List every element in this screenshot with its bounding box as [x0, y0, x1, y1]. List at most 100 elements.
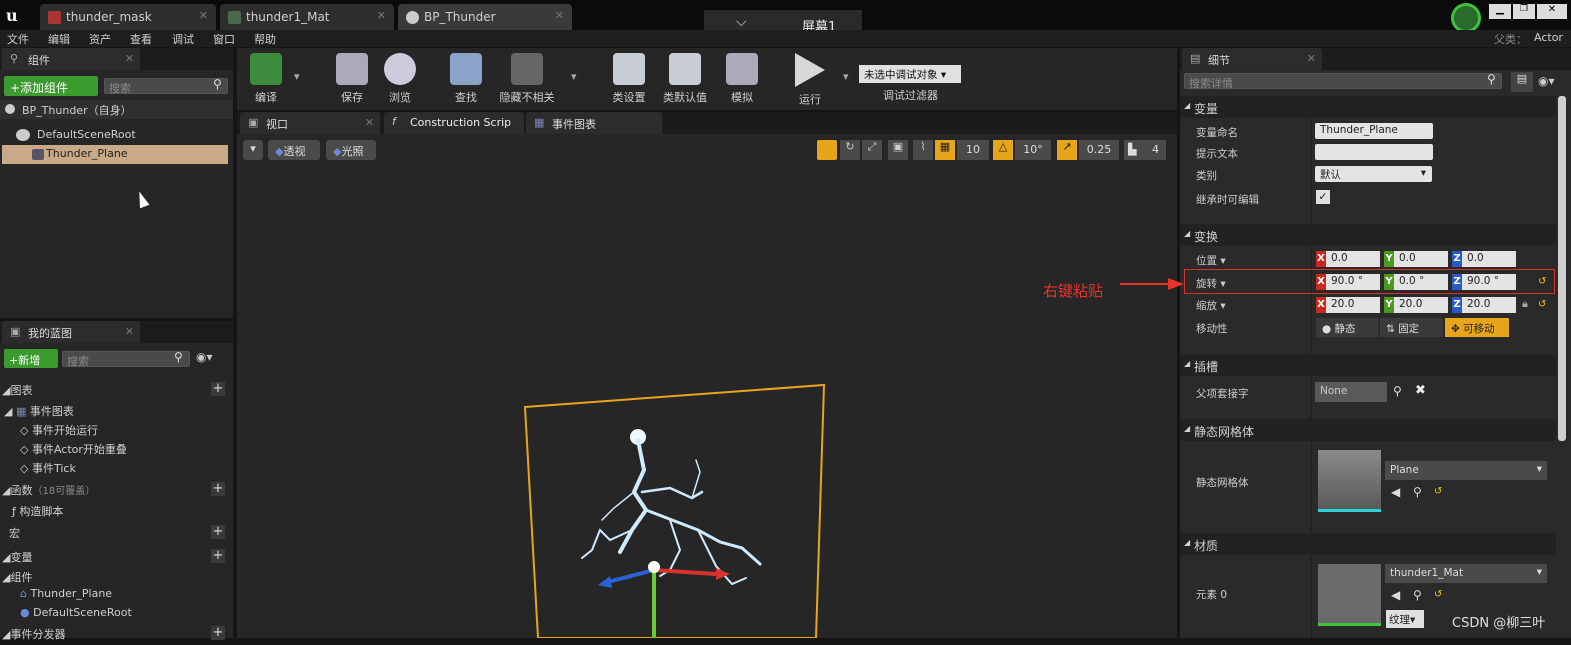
tooltip-input[interactable] — [1315, 144, 1433, 160]
rotate-tool-icon[interactable]: ↻ — [840, 140, 860, 160]
location-y-input[interactable]: 0.0 — [1394, 251, 1448, 267]
hide-unrelated-options-icon[interactable]: ▾ — [571, 70, 577, 83]
perspective-button[interactable]: ◆透视 — [268, 140, 320, 160]
viewport-options-button[interactable]: ▾ — [243, 140, 263, 160]
mobility-stationary-button[interactable]: ⇅ 固定 — [1380, 318, 1443, 337]
section-static-mesh[interactable]: ◢ 静态网格体 — [1180, 419, 1556, 441]
blueprint-search-input[interactable]: 搜索 — [62, 351, 190, 368]
menu-file[interactable]: 文件 — [7, 31, 29, 47]
var-name-input[interactable]: Thunder_Plane — [1315, 123, 1433, 139]
components-tab[interactable]: ⚲ 组件 ✕ — [2, 48, 140, 70]
compile-options-icon[interactable]: ▾ — [294, 70, 300, 83]
scale-y-input[interactable]: 20.0 — [1394, 297, 1448, 313]
location-label[interactable]: 位置 ▾ — [1196, 253, 1226, 268]
close-window-button[interactable]: ✕ — [1537, 4, 1567, 19]
close-icon[interactable]: ✕ — [1307, 52, 1316, 65]
add-graph-button[interactable]: + — [211, 382, 225, 396]
scale-x-input[interactable]: 20.0 — [1326, 297, 1380, 313]
location-x-input[interactable]: 0.0 — [1326, 251, 1380, 267]
scale-snap-icon[interactable]: ↗ — [1057, 140, 1077, 160]
add-component-button[interactable]: +添加组件 — [4, 76, 98, 96]
tab-bp-thunder[interactable]: BP_Thunder ✕ — [398, 4, 572, 30]
find-button[interactable]: 查找 — [436, 50, 496, 108]
browse-button[interactable]: 浏览 — [370, 50, 430, 108]
category-macros[interactable]: 宏 — [9, 525, 209, 544]
menu-window[interactable]: 窗口 — [213, 31, 235, 47]
section-variable[interactable]: ◢ 变量 — [1180, 96, 1556, 118]
category-functions[interactable]: ◢函数（18可覆盖） — [2, 482, 202, 501]
component-thunder-plane[interactable]: Thunder_Plane — [2, 145, 228, 164]
grid-snap-value[interactable]: 10 — [957, 140, 989, 160]
reset-arrow-icon[interactable]: ↺ — [1434, 486, 1442, 497]
static-mesh-thumbnail[interactable] — [1318, 450, 1381, 512]
use-selected-arrow-icon[interactable]: ◀ — [1391, 588, 1400, 602]
parent-socket-field[interactable]: None — [1315, 382, 1387, 402]
eye-icon[interactable]: ◉▾ — [196, 350, 213, 364]
play-options-icon[interactable]: ▾ — [843, 70, 849, 83]
category-graphs[interactable]: ◢图表 — [2, 382, 228, 401]
clear-icon[interactable]: ✖ — [1415, 383, 1426, 398]
menu-edit[interactable]: 编辑 — [48, 31, 70, 47]
menu-help[interactable]: 帮助 — [254, 31, 276, 47]
browse-icon[interactable]: ⚲ — [1413, 485, 1422, 499]
class-defaults-button[interactable]: 类默认值 — [655, 50, 715, 108]
scrollbar[interactable] — [1558, 96, 1566, 441]
add-function-button[interactable]: + — [211, 482, 225, 496]
category-dispatchers[interactable]: ◢事件分发器 — [2, 626, 202, 645]
tab-construction-script[interactable]: f Construction Scrip — [384, 112, 524, 134]
reset-arrow-icon[interactable]: ↺ — [1538, 299, 1546, 310]
source-control-icon[interactable] — [1451, 3, 1481, 33]
close-icon[interactable]: ✕ — [377, 9, 386, 22]
rotation-label[interactable]: 旋转 ▾ — [1196, 276, 1226, 291]
scale-label[interactable]: 缩放 ▾ — [1196, 298, 1226, 313]
mobility-movable-button[interactable]: ✥ 可移动 — [1445, 318, 1509, 337]
event-graph-item[interactable]: ◢ ▦ 事件图表 — [4, 403, 224, 422]
event-item[interactable]: ◇ 事件Actor开始重叠 — [20, 441, 220, 460]
eye-icon[interactable]: ◉▾ — [1538, 74, 1555, 88]
lock-icon[interactable]: 🔒︎ — [1522, 297, 1528, 311]
close-icon[interactable]: ✕ — [125, 52, 134, 65]
component-self-item[interactable]: BP_Thunder（自身） — [0, 100, 233, 119]
world-local-icon[interactable]: ▣ — [888, 140, 908, 160]
add-variable-button[interactable]: + — [211, 549, 225, 563]
component-default-scene-root[interactable]: DefaultSceneRoot — [8, 126, 228, 145]
rotation-snap-value[interactable]: 10° — [1015, 140, 1051, 160]
scale-tool-icon[interactable]: ⤢ — [862, 140, 882, 160]
maximize-button[interactable]: ❐ — [1513, 4, 1535, 19]
category-select[interactable]: 默认 ▾ — [1315, 166, 1432, 182]
camera-speed-icon[interactable]: ▙ 4 — [1124, 140, 1166, 160]
play-button[interactable]: 运行 — [780, 50, 840, 108]
location-z-input[interactable]: 0.0 — [1462, 251, 1516, 267]
component-variable-item[interactable]: ⌂ Thunder_Plane — [20, 587, 220, 606]
rotation-z-input[interactable]: 90.0 ° — [1462, 274, 1516, 290]
surface-snap-icon[interactable]: ⌇ — [913, 140, 933, 160]
category-variables[interactable]: ◢变量 — [2, 549, 202, 568]
translate-tool-icon[interactable] — [817, 140, 837, 160]
tab-viewport[interactable]: ▣ 视口 ✕ — [240, 112, 380, 134]
parent-class-value[interactable]: Actor — [1534, 31, 1563, 44]
menu-view[interactable]: 查看 — [130, 31, 152, 47]
section-material[interactable]: ◢ 材质 — [1180, 533, 1556, 555]
static-mesh-select[interactable]: Plane ▾ — [1385, 461, 1547, 480]
reset-arrow-icon[interactable]: ↺ — [1538, 276, 1546, 287]
add-new-button[interactable]: +新增 — [4, 349, 58, 368]
event-item[interactable]: ◇ 事件Tick — [20, 460, 220, 479]
components-search-input[interactable]: 搜索 — [104, 78, 228, 95]
tab-thunder-mask[interactable]: thunder_mask ✕ — [40, 4, 216, 30]
details-tab[interactable]: ▤ 细节 ✕ — [1182, 48, 1322, 70]
scale-snap-value[interactable]: 0.25 — [1079, 140, 1119, 160]
texture-dropdown[interactable]: 纹理▾ — [1386, 610, 1424, 628]
class-settings-button[interactable]: 类设置 — [599, 50, 659, 108]
menu-debug[interactable]: 调试 — [172, 31, 194, 47]
grid-view-icon[interactable]: ▤ — [1511, 72, 1533, 92]
simulate-button[interactable]: 模拟 — [712, 50, 772, 108]
add-macro-button[interactable]: + — [211, 525, 225, 539]
close-icon[interactable]: ✕ — [125, 325, 134, 338]
scale-z-input[interactable]: 20.0 — [1462, 297, 1516, 313]
rotation-y-input[interactable]: 0.0 ° — [1394, 274, 1448, 290]
close-icon[interactable]: ✕ — [555, 9, 564, 22]
grid-snap-icon[interactable]: ▦ — [935, 140, 955, 160]
search-icon[interactable]: ⚲ — [1393, 384, 1402, 398]
component-variable-item[interactable]: ● DefaultSceneRoot — [20, 606, 220, 625]
mobility-static-button[interactable]: ● 静态 — [1316, 318, 1378, 337]
